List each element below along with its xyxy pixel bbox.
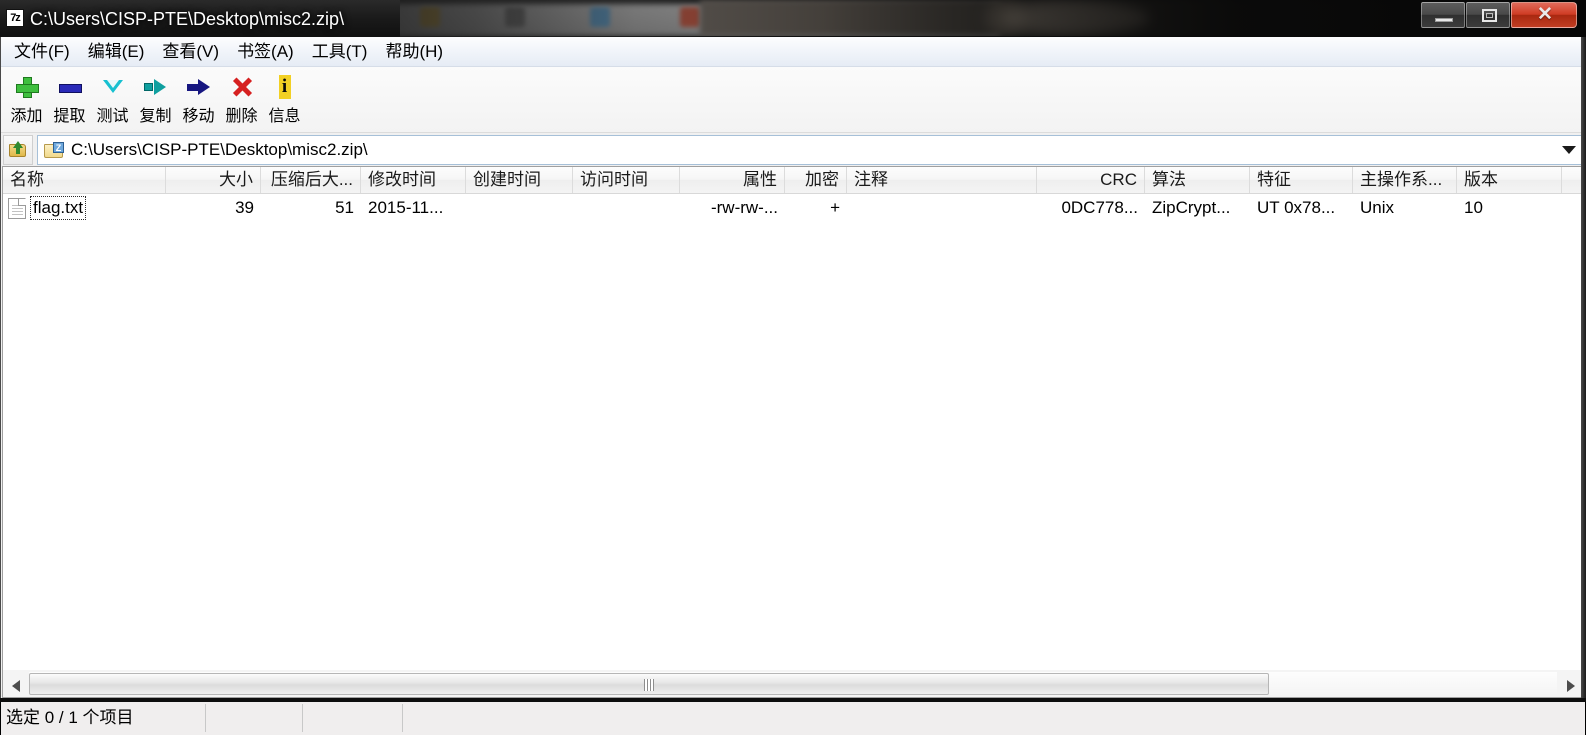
toolbar: 添加 提取 测试 复制 移动 删除 i 信息 <box>1 67 1585 133</box>
menu-bar: 文件(F) 编辑(E) 查看(V) 书签(A) 工具(T) 帮助(H) <box>1 37 1585 67</box>
menu-item-view[interactable]: 查看(V) <box>153 39 228 65</box>
close-button[interactable]: ✕ <box>1511 2 1577 28</box>
column-header-name[interactable]: 名称 <box>3 167 166 193</box>
menu-item-edit[interactable]: 编辑(E) <box>79 39 154 65</box>
toolbar-info-label: 信息 <box>268 108 301 125</box>
toolbar-test-label: 测试 <box>96 108 129 125</box>
horizontal-scrollbar[interactable] <box>2 670 1584 698</box>
cell-packed-size: 51 <box>335 198 354 217</box>
maximize-button[interactable] <box>1466 2 1510 28</box>
cell-crc: 0DC778... <box>1061 198 1138 217</box>
toolbar-add-button[interactable]: 添加 <box>5 72 48 130</box>
column-header-row: 名称 大小 压缩后大... 修改时间 创建时间 访问时间 属性 加密 注释 CR… <box>3 167 1583 194</box>
window-bottom-border <box>0 698 1586 702</box>
cell-comment <box>847 195 1037 221</box>
column-header-accessed[interactable]: 访问时间 <box>573 167 680 193</box>
cell-encrypted: + <box>830 198 840 217</box>
seven-zip-icon: 7z <box>6 9 24 27</box>
cell-version: 10 <box>1464 198 1483 217</box>
column-header-crc[interactable]: CRC <box>1037 167 1145 193</box>
column-header-created[interactable]: 创建时间 <box>466 167 573 193</box>
delete-x-icon <box>229 75 255 99</box>
window-client-area: 文件(F) 编辑(E) 查看(V) 书签(A) 工具(T) 帮助(H) 添加 提… <box>0 37 1586 735</box>
column-header-characteristics[interactable]: 特征 <box>1250 167 1353 193</box>
column-header-modified[interactable]: 修改时间 <box>361 167 466 193</box>
toolbar-test-button[interactable]: 测试 <box>91 72 134 130</box>
cell-host-os: Unix <box>1360 198 1395 217</box>
maximize-icon <box>1482 9 1497 22</box>
toolbar-extract-label: 提取 <box>53 108 86 125</box>
toolbar-copy-button[interactable]: 复制 <box>134 72 177 130</box>
menu-item-bookmarks[interactable]: 书签(A) <box>228 39 303 65</box>
column-header-host-os[interactable]: 主操作系... <box>1353 167 1457 193</box>
column-header-size[interactable]: 大小 <box>166 167 261 193</box>
toolbar-move-button[interactable]: 移动 <box>177 72 220 130</box>
column-header-encrypted[interactable]: 加密 <box>785 167 847 193</box>
window-controls: ✕ <box>1421 2 1578 32</box>
zip-folder-icon: Z <box>44 141 64 158</box>
chevron-down-icon[interactable] <box>1562 145 1576 154</box>
toolbar-move-label: 移动 <box>182 108 215 125</box>
column-header-attributes[interactable]: 属性 <box>680 167 785 193</box>
seven-zip-window: 7z C:\Users\CISP-PTE\Desktop\misc2.zip\ … <box>0 0 1586 735</box>
move-arrow-icon <box>186 75 212 99</box>
cell-method: ZipCrypt... <box>1152 198 1231 217</box>
chevron-down-icon <box>100 75 126 99</box>
menu-item-tools[interactable]: 工具(T) <box>303 39 377 65</box>
window-title: C:\Users\CISP-PTE\Desktop\misc2.zip\ <box>30 9 345 29</box>
copy-arrow-icon <box>143 75 169 99</box>
column-header-comment[interactable]: 注释 <box>847 167 1037 193</box>
plus-icon <box>14 75 40 99</box>
scroll-right-arrow-icon[interactable] <box>1557 671 1583 697</box>
menu-item-help[interactable]: 帮助(H) <box>376 39 452 65</box>
cell-created <box>466 195 573 221</box>
address-path-text: C:\Users\CISP-PTE\Desktop\misc2.zip\ <box>71 139 368 159</box>
status-selection-text: 选定 0 / 1 个项目 <box>1 704 206 732</box>
toolbar-delete-button[interactable]: 删除 <box>220 72 263 130</box>
column-header-version[interactable]: 版本 <box>1457 167 1562 193</box>
cell-characteristics: UT 0x78... <box>1257 198 1336 217</box>
status-panel-2 <box>206 704 303 732</box>
file-list-rows: flag.txt 39 51 2015-11... -rw-rw-... + 0… <box>3 194 1583 222</box>
status-panel-4 <box>403 704 1583 732</box>
cell-attributes: -rw-rw-... <box>710 198 778 217</box>
info-icon: i <box>272 75 298 99</box>
status-panel-3 <box>303 704 403 732</box>
toolbar-delete-label: 删除 <box>225 108 258 125</box>
title-bar[interactable]: 7z C:\Users\CISP-PTE\Desktop\misc2.zip\ … <box>0 0 1586 37</box>
scrollbar-track[interactable] <box>29 671 1557 696</box>
file-list-view[interactable]: 名称 大小 压缩后大... 修改时间 创建时间 访问时间 属性 加密 注释 CR… <box>2 166 1584 670</box>
cell-name[interactable]: flag.txt <box>3 195 166 221</box>
table-row[interactable]: flag.txt 39 51 2015-11... -rw-rw-... + 0… <box>3 194 1583 222</box>
file-name-label: flag.txt <box>30 196 87 220</box>
text-file-icon <box>8 197 26 219</box>
toolbar-copy-label: 复制 <box>139 108 172 125</box>
window-right-border <box>1581 37 1586 702</box>
address-bar: Z C:\Users\CISP-PTE\Desktop\misc2.zip\ <box>1 133 1585 166</box>
scroll-left-arrow-icon[interactable] <box>3 671 29 697</box>
scrollbar-thumb[interactable] <box>29 672 1269 695</box>
cell-modified: 2015-11... <box>368 198 444 217</box>
toolbar-add-label: 添加 <box>10 108 43 125</box>
minimize-button[interactable] <box>1421 2 1465 28</box>
address-combobox[interactable]: Z C:\Users\CISP-PTE\Desktop\misc2.zip\ <box>37 134 1583 165</box>
column-header-method[interactable]: 算法 <box>1145 167 1250 193</box>
up-one-level-button[interactable] <box>3 134 33 165</box>
cell-size: 39 <box>235 198 254 217</box>
toolbar-extract-button[interactable]: 提取 <box>48 72 91 130</box>
close-icon: ✕ <box>1537 4 1553 25</box>
status-bar: 选定 0 / 1 个项目 <box>1 700 1585 735</box>
toolbar-info-button[interactable]: i 信息 <box>263 72 306 130</box>
minus-icon <box>57 75 83 99</box>
column-header-packed-size[interactable]: 压缩后大... <box>261 167 361 193</box>
scroll-thumb-grip <box>644 678 654 691</box>
cell-accessed <box>573 195 680 221</box>
menu-item-file[interactable]: 文件(F) <box>5 39 79 65</box>
minimize-icon <box>1435 18 1453 22</box>
